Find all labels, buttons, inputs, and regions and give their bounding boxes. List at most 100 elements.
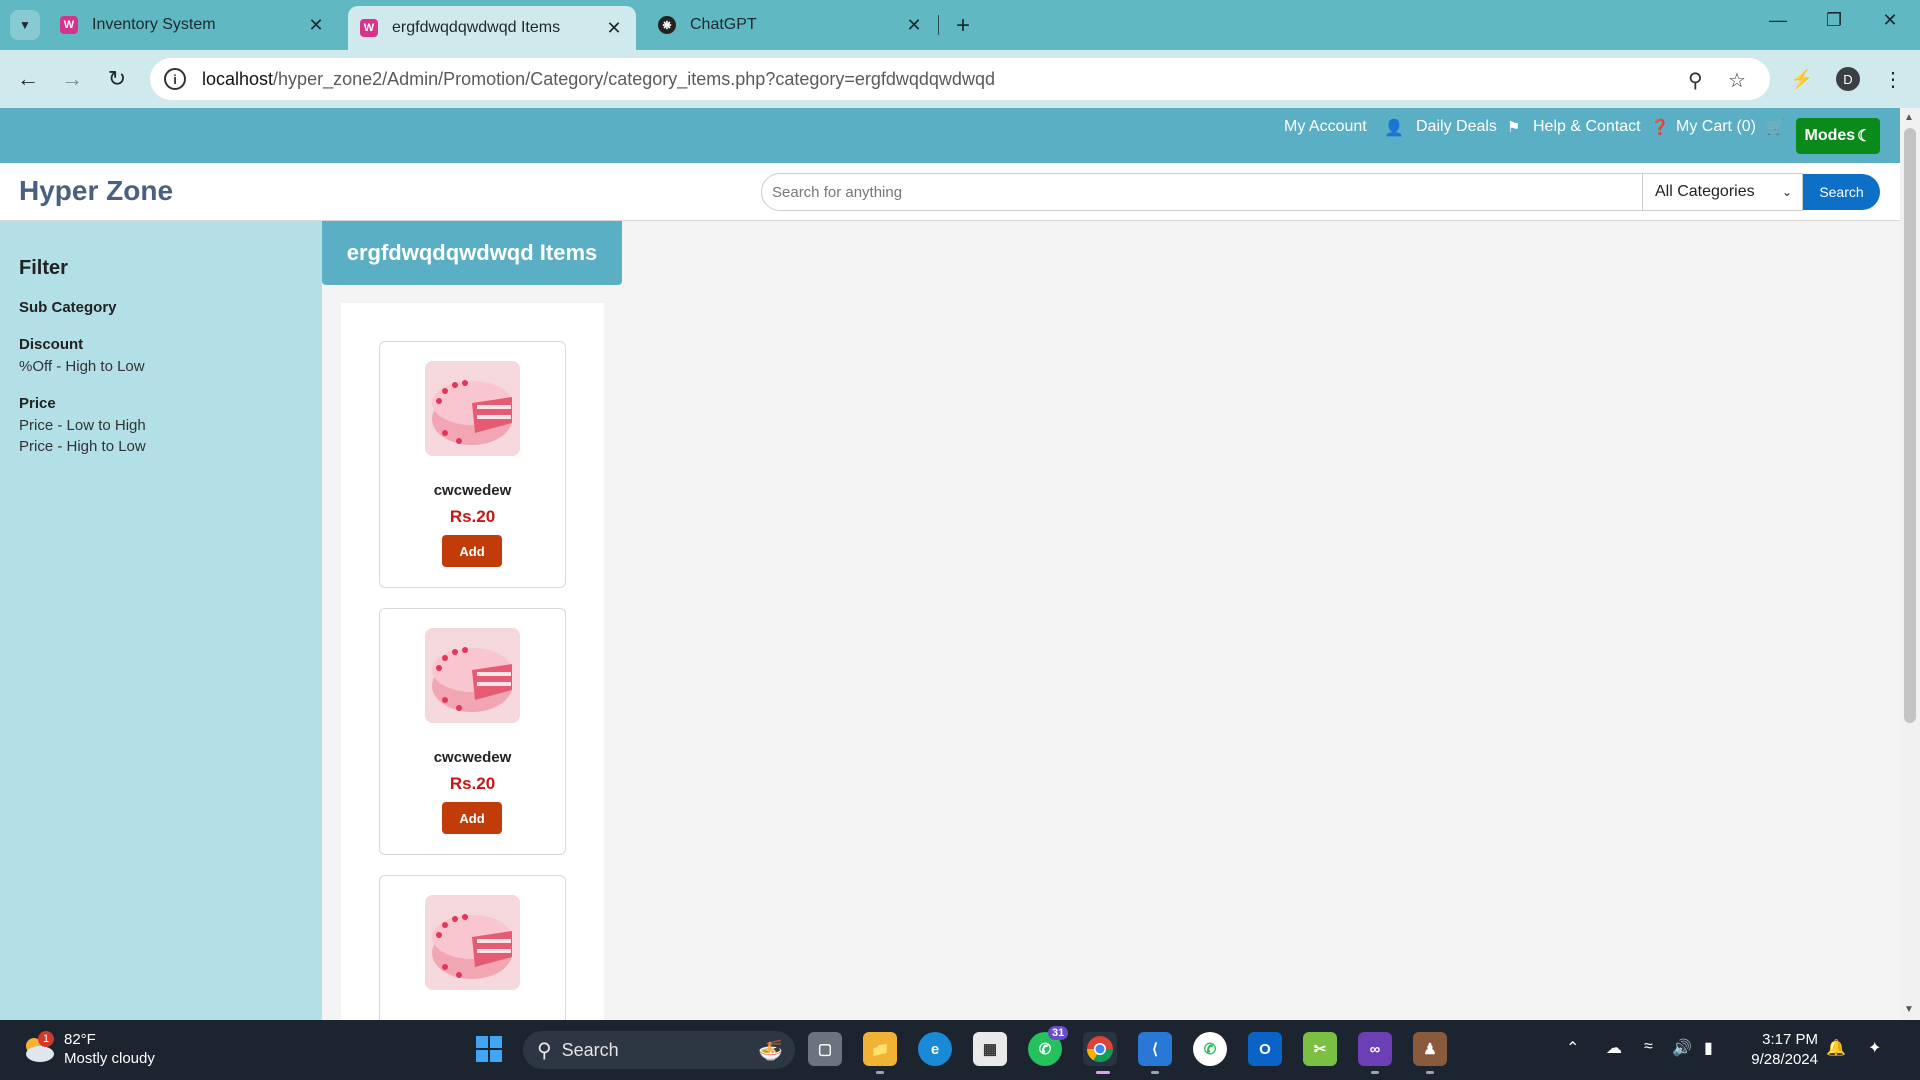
moon-icon: ☾ <box>1857 128 1872 145</box>
restore-icon[interactable]: ❐ <box>1814 10 1854 31</box>
chrome-icon[interactable] <box>1083 1032 1117 1066</box>
tab-search-button[interactable]: ▼ <box>10 10 40 40</box>
filter-title: Filter <box>19 257 68 279</box>
my-account-label: My Account <box>1284 118 1367 135</box>
scroll-down-icon[interactable]: ▼ <box>1904 1004 1914 1015</box>
menu-kebab-icon[interactable]: ⋮ <box>1878 64 1908 94</box>
back-arrow-icon[interactable]: ← <box>13 64 43 94</box>
question-circle-icon: ❓ <box>1650 119 1670 136</box>
running-indicator <box>876 1071 884 1074</box>
site-brand-logo[interactable]: Hyper Zone <box>19 175 173 207</box>
forward-arrow-icon[interactable]: → <box>57 64 87 94</box>
my-account-link[interactable]: My Account <box>1284 118 1367 136</box>
category-selected-value: All Categories <box>1655 183 1755 200</box>
edge-icon[interactable]: e <box>918 1032 952 1066</box>
extensions-icon[interactable]: ⚡ <box>1787 64 1817 94</box>
modes-label: Modes <box>1804 127 1856 144</box>
file-explorer-icon[interactable]: 📁 <box>863 1032 897 1066</box>
url-path: /hyper_zone2/Admin/Promotion/Category/ca… <box>273 68 995 89</box>
snipping-tool-icon[interactable]: ✂ <box>1303 1032 1337 1066</box>
copilot-icon[interactable]: ✦ <box>1868 1038 1881 1058</box>
zoom-icon[interactable]: ⚲ <box>1688 68 1703 93</box>
running-indicator <box>1371 1071 1379 1074</box>
tab-inventory-system[interactable]: W Inventory System ✕ <box>48 6 338 44</box>
new-tab-plus-icon[interactable]: + <box>950 12 976 40</box>
site-header: Hyper Zone Search for anything All Categ… <box>0 163 1900 221</box>
browser-toolbar: ← → ↻ i localhost/hyper_zone2/Admin/Prom… <box>0 50 1920 108</box>
minimize-icon[interactable]: — <box>1758 10 1798 31</box>
system-clock[interactable]: 3:17 PM 9/28/2024 <box>1740 1030 1818 1070</box>
running-indicator <box>1151 1071 1159 1074</box>
filter-discount-high-low[interactable]: %Off - High to Low <box>19 358 145 375</box>
window-close-icon[interactable]: ✕ <box>1870 10 1910 31</box>
address-bar[interactable]: i localhost/hyper_zone2/Admin/Promotion/… <box>150 58 1770 100</box>
outlook-icon[interactable]: O <box>1248 1032 1282 1066</box>
search-placeholder: Search for anything <box>772 183 903 201</box>
close-icon[interactable]: ✕ <box>604 18 624 39</box>
battery-icon[interactable]: ▮ <box>1704 1038 1713 1058</box>
notification-bell-icon[interactable]: 🔔 <box>1826 1038 1846 1058</box>
cake-image <box>425 895 520 990</box>
weather-description: Mostly cloudy <box>64 1050 155 1067</box>
product-image[interactable] <box>425 361 520 456</box>
close-icon[interactable]: ✕ <box>904 15 924 36</box>
tab-category-items[interactable]: W ergfdwqdqwdwqd Items ✕ <box>348 6 636 50</box>
cake-image <box>425 628 520 723</box>
visual-studio-icon[interactable]: ∞ <box>1358 1032 1392 1066</box>
weather-temperature: 82°F <box>64 1031 96 1048</box>
whatsapp-web-icon[interactable]: ✆ <box>1193 1032 1227 1066</box>
tab-chatgpt[interactable]: ❋ ChatGPT ✕ <box>646 6 936 44</box>
whatsapp-icon[interactable]: ✆ 31 <box>1028 1026 1069 1066</box>
clock-time: 3:17 PM <box>1762 1031 1818 1048</box>
app-thumbnail-icon[interactable]: ♟ <box>1413 1032 1447 1066</box>
weather-widget[interactable]: 1 82°F Mostly cloudy <box>20 1030 155 1068</box>
filter-discount-heading: Discount <box>19 336 84 353</box>
add-to-cart-button[interactable]: Add <box>442 535 502 567</box>
help-contact-label: Help & Contact <box>1533 118 1641 135</box>
my-cart-link[interactable]: My Cart (0) 🛒 <box>1676 118 1785 136</box>
help-contact-link[interactable]: Help & Contact ❓ <box>1533 118 1669 136</box>
url-host: localhost <box>202 68 274 89</box>
search-input[interactable]: Search for anything <box>761 173 1643 211</box>
page-title: ergfdwqdqwdwqd Items <box>346 240 598 265</box>
onedrive-icon[interactable]: ☁ <box>1606 1038 1622 1058</box>
profile-avatar[interactable]: D <box>1836 67 1860 91</box>
tab-title: ChatGPT <box>690 16 757 33</box>
scroll-up-icon[interactable]: ▲ <box>1904 112 1914 123</box>
category-select[interactable]: All Categories ⌄ <box>1643 173 1803 211</box>
add-to-cart-button[interactable]: Add <box>442 802 502 834</box>
weather-badge: 1 <box>38 1031 54 1047</box>
address-url[interactable]: localhost/hyper_zone2/Admin/Promotion/Ca… <box>202 69 995 90</box>
page-scrollbar[interactable]: ▲ ▼ <box>1900 108 1920 1020</box>
user-icon[interactable]: 👤 <box>1384 118 1404 138</box>
microsoft-store-icon[interactable]: ▦ <box>973 1032 1007 1066</box>
filter-price-low-high[interactable]: Price - Low to High <box>19 417 146 434</box>
search-form: Search for anything All Categories ⌄ Sea… <box>761 173 1880 211</box>
browser-tab-bar: ▼ W Inventory System ✕ W ergfdwqdqwdwqd … <box>0 0 1920 50</box>
cloud-sun-icon: 1 <box>20 1031 56 1064</box>
windows-taskbar: 1 82°F Mostly cloudy ⚲ Search 🍜 ▢ 📁 e ▦ … <box>0 1020 1920 1080</box>
scrollbar-thumb[interactable] <box>1904 128 1916 723</box>
product-image[interactable] <box>425 628 520 723</box>
chevron-up-icon[interactable]: ⌃ <box>1566 1038 1579 1058</box>
task-view-icon[interactable]: ▢ <box>808 1032 842 1066</box>
close-icon[interactable]: ✕ <box>306 15 326 36</box>
search-button[interactable]: Search <box>1803 174 1880 210</box>
reload-icon[interactable]: ↻ <box>102 64 132 94</box>
site-info-icon[interactable]: i <box>164 68 186 90</box>
modes-toggle-button[interactable]: Modes ☾ <box>1796 118 1880 154</box>
profile-initial: D <box>1843 71 1853 87</box>
wifi-icon[interactable]: ≈ <box>1644 1038 1653 1056</box>
taskbar-search[interactable]: ⚲ Search 🍜 <box>523 1031 795 1069</box>
product-image[interactable] <box>425 895 520 990</box>
daily-deals-link[interactable]: Daily Deals ⚑ <box>1416 118 1520 136</box>
search-icon: ⚲ <box>537 1039 552 1062</box>
web-page: My Account 👤 Daily Deals ⚑ Help & Contac… <box>0 108 1900 1020</box>
filter-price-high-low[interactable]: Price - High to Low <box>19 438 146 455</box>
volume-icon[interactable]: 🔊 <box>1672 1038 1692 1058</box>
bookmark-star-icon[interactable]: ☆ <box>1728 68 1746 93</box>
vscode-icon[interactable]: ⟨ <box>1138 1032 1172 1066</box>
windows-start-icon[interactable] <box>472 1032 506 1066</box>
top-navigation: My Account 👤 Daily Deals ⚑ Help & Contac… <box>0 108 1900 163</box>
tab-divider <box>938 15 939 35</box>
